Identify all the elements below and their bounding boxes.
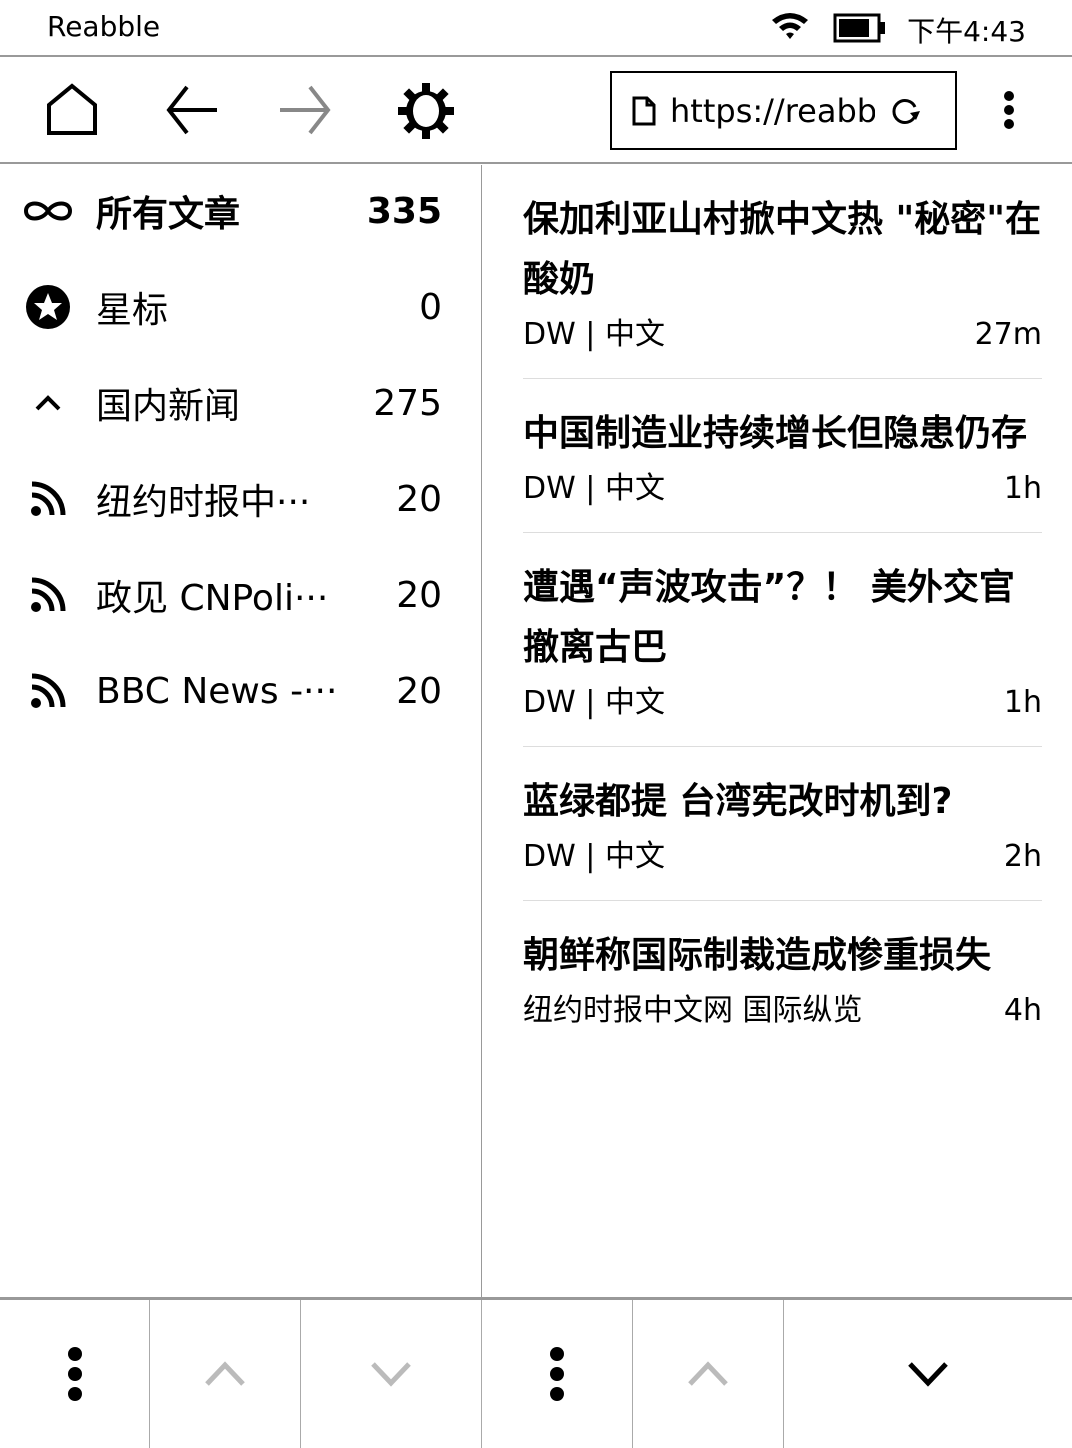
clock: 下午4:43 [907, 15, 1026, 48]
rss-icon [0, 481, 96, 517]
home-icon[interactable] [45, 83, 99, 137]
more-icon [550, 1347, 564, 1401]
article-age: 27m [974, 317, 1042, 352]
sidebar-item-domestic-news[interactable]: 国内新闻 275 [0, 355, 482, 451]
page-icon [632, 96, 656, 125]
chevron-up-icon [688, 1361, 728, 1386]
left-page-up-button[interactable] [150, 1300, 301, 1448]
forward-icon[interactable] [278, 83, 334, 137]
rss-icon [0, 577, 96, 613]
article-age: 4h [1003, 993, 1042, 1028]
sidebar-item-all[interactable]: 所有文章 335 [0, 163, 482, 259]
article-source: DW | 中文 [523, 317, 665, 352]
article-title[interactable]: 蓝绿都提 台湾宪改时机到? [523, 772, 1042, 832]
article-age: 1h [1003, 685, 1042, 720]
more-icon [67, 1347, 82, 1401]
feed-sidebar: 所有文章 335 星标 0 国内新闻 275 纽约时报中··· 20 政见 CN… [0, 165, 482, 1297]
back-icon[interactable] [163, 83, 219, 137]
chevron-up-icon[interactable] [0, 395, 96, 411]
article-title[interactable]: 遭遇“声波攻击”？！ 美外交官撤离古巴 [523, 558, 1042, 678]
battery-icon [833, 13, 885, 43]
article-source: DW | 中文 [523, 471, 665, 506]
sidebar-item-feed[interactable]: BBC News -··· 20 [0, 643, 482, 739]
chevron-down-icon [908, 1362, 948, 1387]
right-menu-button[interactable] [482, 1300, 633, 1448]
status-bar: Reabble 下午4:43 [0, 0, 1072, 57]
sidebar-item-starred[interactable]: 星标 0 [0, 259, 482, 355]
sidebar-item-feed[interactable]: 纽约时报中··· 20 [0, 451, 482, 547]
right-page-down-button[interactable] [784, 1300, 1072, 1448]
article-item[interactable]: 蓝绿都提 台湾宪改时机到? DW | 中文 2h [523, 747, 1042, 901]
browser-toolbar: https://reabble.cn [0, 58, 1072, 164]
chevron-down-icon [371, 1362, 411, 1387]
article-item[interactable]: 保加利亚山村掀中文热 "秘密"在酸奶 DW | 中文 27m [523, 165, 1042, 379]
left-page-down-button[interactable] [301, 1300, 482, 1448]
wifi-icon [772, 13, 808, 39]
article-title[interactable]: 朝鲜称国际制裁造成惨重损失 [523, 926, 1042, 986]
app-name: Reabble [47, 10, 161, 43]
infinity-icon [0, 198, 96, 224]
article-source: 纽约时报中文网 国际纵览 [523, 993, 863, 1028]
url-text[interactable]: https://reabble.cn [670, 92, 875, 130]
article-title[interactable]: 中国制造业持续增长但隐患仍存 [523, 404, 1042, 464]
article-item[interactable]: 朝鲜称国际制裁造成惨重损失 纽约时报中文网 国际纵览 4h [523, 901, 1042, 1054]
article-age: 1h [1003, 471, 1042, 506]
url-field[interactable]: https://reabble.cn [610, 71, 957, 150]
right-page-up-button[interactable] [633, 1300, 784, 1448]
article-source: DW | 中文 [523, 685, 665, 720]
star-icon [0, 284, 96, 330]
settings-icon[interactable] [398, 83, 454, 139]
more-icon[interactable] [1000, 90, 1018, 130]
reload-icon[interactable] [889, 95, 921, 127]
article-list: 保加利亚山村掀中文热 "秘密"在酸奶 DW | 中文 27m 中国制造业持续增长但… [483, 165, 1072, 1297]
article-source: DW | 中文 [523, 839, 665, 874]
chevron-up-icon [205, 1361, 245, 1386]
article-item[interactable]: 中国制造业持续增长但隐患仍存 DW | 中文 1h [523, 379, 1042, 533]
article-item[interactable]: 遭遇“声波攻击”？！ 美外交官撤离古巴 DW | 中文 1h [523, 533, 1042, 747]
article-title[interactable]: 保加利亚山村掀中文热 "秘密"在酸奶 [523, 190, 1042, 310]
left-menu-button[interactable] [0, 1300, 150, 1448]
article-age: 2h [1003, 839, 1042, 874]
sidebar-item-feed[interactable]: 政见 CNPoli··· 20 [0, 547, 482, 643]
bottom-bar [0, 1297, 1072, 1448]
rss-icon [0, 673, 96, 709]
